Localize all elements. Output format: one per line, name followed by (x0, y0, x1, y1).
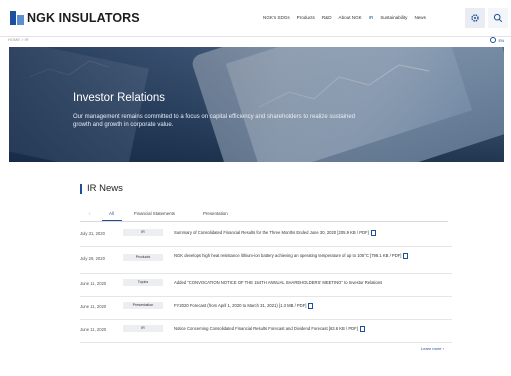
hero-subtitle: Our management remains committed to a fo… (73, 114, 356, 128)
language-label: EN (498, 37, 504, 43)
news-item[interactable]: June 11, 2020 IR Notice Concerning Conso… (80, 320, 452, 343)
logo[interactable]: NGK INSULATORS (10, 11, 140, 25)
news-category-badge: Products (123, 254, 163, 261)
news-date: July 29, 2020 (80, 256, 105, 261)
pdf-icon (359, 326, 365, 332)
search-button[interactable] (488, 8, 508, 28)
hero-overlay (9, 47, 504, 162)
breadcrumb[interactable]: HOME > IR (8, 37, 29, 42)
hero-banner (9, 47, 504, 162)
tab-prev[interactable]: ‹ (89, 211, 90, 216)
news-list: July 31, 2020 IR Summary of Consolidated… (80, 224, 452, 343)
logo-text: NGK INSULATORS (27, 11, 140, 25)
tab-all[interactable]: All (109, 211, 114, 216)
news-date: June 11, 2020 (80, 327, 107, 332)
news-date: June 11, 2020 (80, 304, 107, 309)
learn-more-link[interactable]: Learn more › (421, 346, 444, 351)
news-title[interactable]: Added "CONVOCATION NOTICE OF THE 154TH A… (174, 280, 452, 286)
nav-item-sdgs[interactable]: NGK's SDGs (263, 15, 290, 20)
language-switch[interactable]: EN (490, 37, 504, 43)
settings-button[interactable] (465, 8, 485, 28)
nav-item-ir[interactable]: IR (369, 15, 374, 20)
tab-presentation[interactable]: Presentation (203, 211, 228, 216)
news-category-badge: IR (123, 229, 163, 236)
news-title-text: Summary of Consolidated Financial Result… (174, 230, 369, 235)
news-category-badge: Presentation (123, 302, 163, 309)
news-title[interactable]: FY2020 Forecast (from April 1, 2020 to M… (174, 303, 452, 309)
globe-icon (490, 37, 497, 43)
news-title-text: NGK develops high heat resistance lithiu… (174, 253, 402, 258)
news-title[interactable]: Summary of Consolidated Financial Result… (174, 230, 452, 236)
pdf-icon (308, 303, 314, 309)
news-tabs: ‹ All Financial Statements Presentation (80, 209, 448, 222)
ir-news-heading-text: IR News (87, 183, 123, 194)
news-date: July 31, 2020 (80, 231, 105, 236)
main-nav: NGK's SDGs Products R&D About NGK IR Sus… (263, 15, 433, 20)
tab-financial-statements[interactable]: Financial Statements (134, 211, 175, 216)
nav-item-about[interactable]: About NGK (339, 15, 362, 20)
news-item[interactable]: June 11, 2020 Presentation FY2020 Foreca… (80, 297, 452, 320)
page-title: Investor Relations (73, 92, 166, 104)
news-date: June 11, 2020 (80, 281, 107, 286)
nav-item-rd[interactable]: R&D (322, 15, 332, 20)
news-title[interactable]: Notice Concerning Consolidated Financial… (174, 326, 452, 332)
news-item[interactable]: July 31, 2020 IR Summary of Consolidated… (80, 224, 452, 247)
news-category-badge: IR (123, 325, 163, 332)
pdf-icon (403, 253, 409, 259)
page: NGK INSULATORS NGK's SDGs Products R&D A… (0, 0, 511, 376)
news-title-text: FY2020 Forecast (from April 1, 2020 to M… (174, 303, 307, 308)
heading-accent-bar (80, 183, 82, 194)
search-icon (493, 13, 503, 23)
ngk-logo-icon (10, 11, 24, 25)
nav-item-products[interactable]: Products (297, 15, 315, 20)
news-item[interactable]: July 29, 2020 Products NGK develops high… (80, 247, 452, 274)
ir-news-heading: IR News (80, 183, 123, 194)
gear-icon (471, 14, 479, 22)
news-title[interactable]: NGK develops high heat resistance lithiu… (174, 253, 452, 259)
nav-item-sustainability[interactable]: Sustainability (380, 15, 407, 20)
pdf-icon (370, 230, 376, 236)
news-category-badge: Topics (123, 279, 163, 286)
tab-active-indicator (102, 220, 122, 221)
site-header: NGK INSULATORS NGK's SDGs Products R&D A… (0, 0, 511, 37)
news-title-text: Notice Concerning Consolidated Financial… (174, 326, 358, 331)
news-item[interactable]: June 11, 2020 Topics Added "CONVOCATION … (80, 274, 452, 297)
nav-item-news[interactable]: News (414, 15, 426, 20)
